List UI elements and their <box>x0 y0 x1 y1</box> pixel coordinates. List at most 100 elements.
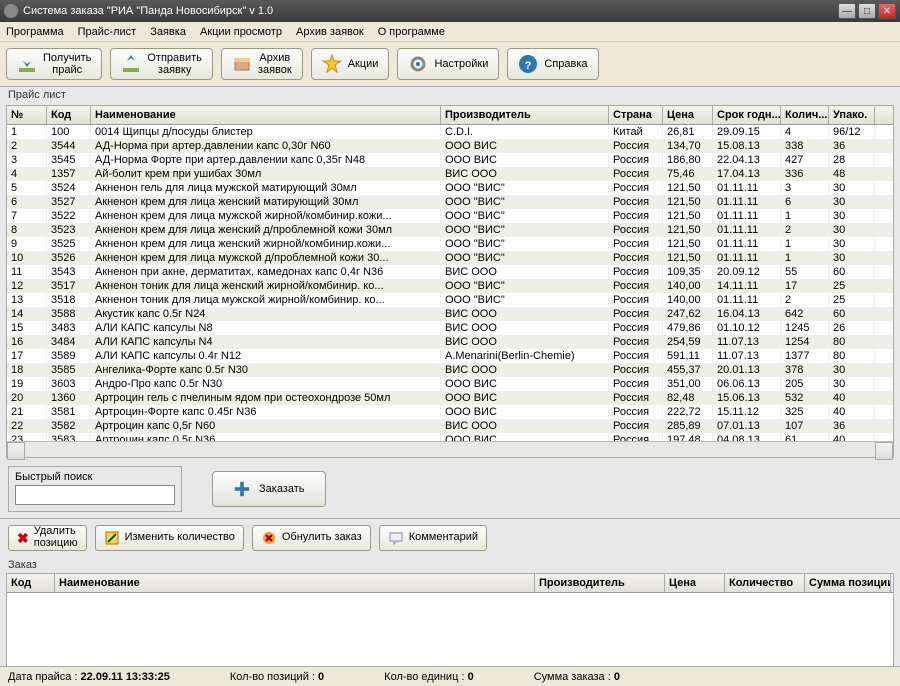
col-price[interactable]: Цена <box>663 106 713 124</box>
cell-ctry: Россия <box>609 209 663 223</box>
menu-program[interactable]: Программа <box>6 26 64 38</box>
cell-kod: 3484 <box>47 335 91 349</box>
table-row[interactable]: 233583Артроцин капс 0.5г N36ООО ВИСРосси… <box>7 433 893 441</box>
table-row[interactable]: 163484АЛИ КАПС капсулы N4ВИС ОООРоссия25… <box>7 335 893 349</box>
table-row[interactable]: 123517Акненон тоник для лица женский жир… <box>7 279 893 293</box>
table-row[interactable]: 193603Андро-Про капс 0.5г N30ООО ВИСРосс… <box>7 377 893 391</box>
ocol-kod[interactable]: Код <box>7 574 55 592</box>
table-row[interactable]: 183585Ангелика-Форте капс 0.5г N30ВИС ОО… <box>7 363 893 377</box>
status-positions: Кол-во позиций : 0 <box>230 671 324 683</box>
archive-button[interactable]: Архив заявок <box>221 48 303 80</box>
col-qty[interactable]: Колич... <box>781 106 829 124</box>
cell-price: 121,50 <box>663 251 713 265</box>
cell-pack: 26 <box>829 321 875 335</box>
col-country[interactable]: Страна <box>609 106 663 124</box>
col-no[interactable]: № <box>7 106 47 124</box>
col-kod[interactable]: Код <box>47 106 91 124</box>
cell-qty: 17 <box>781 279 829 293</box>
cell-ctry: Россия <box>609 419 663 433</box>
table-row[interactable]: 73522Акненон крем для лица мужской жирно… <box>7 209 893 223</box>
horizontal-scrollbar[interactable] <box>7 441 893 457</box>
ocol-price[interactable]: Цена <box>665 574 725 592</box>
cell-exp: 11.07.13 <box>713 335 781 349</box>
table-row[interactable]: 153483АЛИ КАПС капсулы N8ВИС ОООРоссия47… <box>7 321 893 335</box>
close-button[interactable]: ✕ <box>878 3 896 19</box>
settings-button[interactable]: Настройки <box>397 48 499 80</box>
table-row[interactable]: 23544АД-Норма при артер.давлении капс 0,… <box>7 139 893 153</box>
table-row[interactable]: 213581Артроцин-Форте капс 0.45г N36ООО В… <box>7 405 893 419</box>
maximize-button[interactable]: □ <box>858 3 876 19</box>
cell-name: Акненон крем для лица мужской жирной/ком… <box>91 209 441 223</box>
cell-ctry: Россия <box>609 251 663 265</box>
cell-no: 7 <box>7 209 47 223</box>
send-order-button[interactable]: Отправить заявку <box>110 48 213 80</box>
menu-promo[interactable]: Акции просмотр <box>200 26 282 38</box>
ocol-mfr[interactable]: Производитель <box>535 574 665 592</box>
cell-name: АЛИ КАПС капсулы N8 <box>91 321 441 335</box>
table-row[interactable]: 63527Акненон крем для лица женский матир… <box>7 195 893 209</box>
table-row[interactable]: 173589АЛИ КАПС капсулы 0.4г N12A.Menarin… <box>7 349 893 363</box>
cell-mfr: ООО "ВИС" <box>441 181 609 195</box>
help-label: Справка <box>544 58 587 70</box>
cell-pack: 60 <box>829 265 875 279</box>
table-row[interactable]: 33545АД-Норма Форте при артер.давлении к… <box>7 153 893 167</box>
menu-order[interactable]: Заявка <box>150 26 186 38</box>
cell-price: 75,46 <box>663 167 713 181</box>
menu-archive[interactable]: Архив заявок <box>296 26 364 38</box>
ocol-qty[interactable]: Количество <box>725 574 805 592</box>
cell-kod: 3518 <box>47 293 91 307</box>
table-row[interactable]: 93525Акненон крем для лица женский жирно… <box>7 237 893 251</box>
col-pack[interactable]: Упако. <box>829 106 875 124</box>
price-grid-body[interactable]: 11000014 Щипцы д/посуды блистерC.D.I.Кит… <box>7 125 893 441</box>
cell-name: Ангелика-Форте капс 0.5г N30 <box>91 363 441 377</box>
cell-kod: 1357 <box>47 167 91 181</box>
cell-qty: 325 <box>781 405 829 419</box>
cell-exp: 01.11.11 <box>713 195 781 209</box>
cell-mfr: ВИС ООО <box>441 307 609 321</box>
cell-kod: 3603 <box>47 377 91 391</box>
table-row[interactable]: 223582Артроцин капс 0,5г N60ВИС ОООРосси… <box>7 419 893 433</box>
cell-no: 9 <box>7 237 47 251</box>
change-qty-button[interactable]: Изменить количество <box>95 525 244 551</box>
promo-button[interactable]: Акции <box>311 48 390 80</box>
delete-position-button[interactable]: ✖ Удалить позицию <box>8 525 87 551</box>
table-row[interactable]: 53524Акненон гель для лица мужской матир… <box>7 181 893 195</box>
table-row[interactable]: 103526Акненон крем для лица мужской д/пр… <box>7 251 893 265</box>
order-button[interactable]: Заказать <box>212 471 326 507</box>
cell-exp: 07.01.13 <box>713 419 781 433</box>
cell-exp: 01.11.11 <box>713 237 781 251</box>
table-row[interactable]: 83523Акненон крем для лица женский д/про… <box>7 223 893 237</box>
cell-name: Артроцин гель с пчелиным ядом при остеох… <box>91 391 441 405</box>
reset-order-button[interactable]: Обнулить заказ <box>252 525 371 551</box>
ocol-sum[interactable]: Сумма позиции <box>805 574 891 592</box>
svg-text:?: ? <box>525 60 532 72</box>
cell-price: 140,00 <box>663 293 713 307</box>
comment-button[interactable]: Комментарий <box>379 525 487 551</box>
table-row[interactable]: 11000014 Щипцы д/посуды блистерC.D.I.Кит… <box>7 125 893 139</box>
cell-kod: 3524 <box>47 181 91 195</box>
cell-mfr: ООО "ВИС" <box>441 293 609 307</box>
cell-no: 21 <box>7 405 47 419</box>
star-icon <box>322 54 342 74</box>
ocol-name[interactable]: Наименование <box>55 574 535 592</box>
table-row[interactable]: 113543Акненон при акне, дерматитах, каме… <box>7 265 893 279</box>
table-row[interactable]: 133518Акненон тоник для лица мужской жир… <box>7 293 893 307</box>
cell-mfr: ООО "ВИС" <box>441 251 609 265</box>
table-row[interactable]: 201360Артроцин гель с пчелиным ядом при … <box>7 391 893 405</box>
table-row[interactable]: 143588Акустик капс 0.5г N24ВИС ОООРоссия… <box>7 307 893 321</box>
table-row[interactable]: 41357Ай-болит крем при ушибах 30млВИС ОО… <box>7 167 893 181</box>
delete-label: Удалить позицию <box>34 526 78 549</box>
minimize-button[interactable]: — <box>838 3 856 19</box>
get-price-button[interactable]: Получить прайс <box>6 48 102 80</box>
menu-about[interactable]: О программе <box>378 26 445 38</box>
col-mfr[interactable]: Производитель <box>441 106 609 124</box>
download-icon <box>17 54 37 74</box>
search-input[interactable] <box>15 485 175 505</box>
menu-pricelist[interactable]: Прайс-лист <box>78 26 137 38</box>
help-button[interactable]: ? Справка <box>507 48 598 80</box>
cell-qty: 2 <box>781 223 829 237</box>
col-expiry[interactable]: Срок годн... <box>713 106 781 124</box>
col-name[interactable]: Наименование <box>91 106 441 124</box>
quick-search-box: Быстрый поиск <box>8 466 182 512</box>
cell-pack: 30 <box>829 223 875 237</box>
